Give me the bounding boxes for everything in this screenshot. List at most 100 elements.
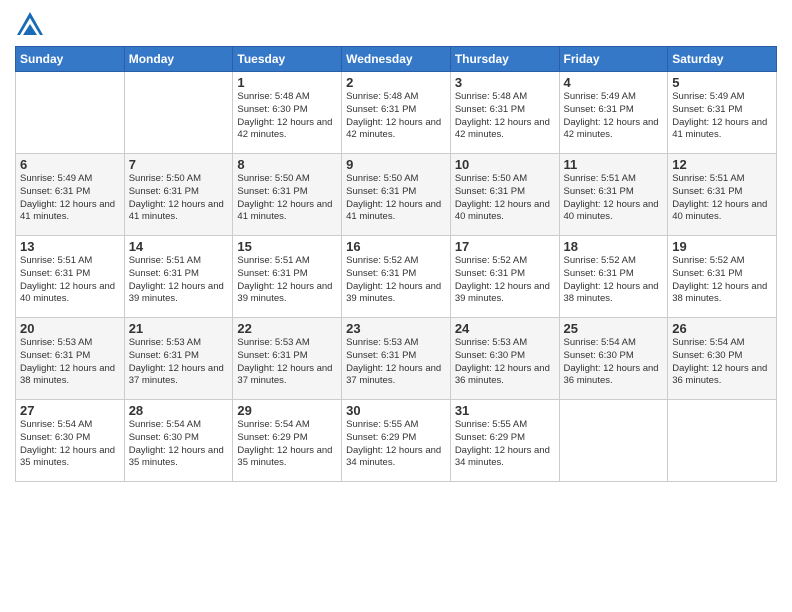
day-number: 21 xyxy=(129,321,229,336)
calendar-cell: 29Sunrise: 5:54 AM Sunset: 6:29 PM Dayli… xyxy=(233,400,342,482)
day-number: 14 xyxy=(129,239,229,254)
calendar-header-tuesday: Tuesday xyxy=(233,47,342,72)
day-number: 3 xyxy=(455,75,555,90)
calendar-cell: 8Sunrise: 5:50 AM Sunset: 6:31 PM Daylig… xyxy=(233,154,342,236)
calendar-cell: 9Sunrise: 5:50 AM Sunset: 6:31 PM Daylig… xyxy=(342,154,451,236)
calendar-cell: 20Sunrise: 5:53 AM Sunset: 6:31 PM Dayli… xyxy=(16,318,125,400)
header xyxy=(15,10,777,40)
day-number: 13 xyxy=(20,239,120,254)
day-info: Sunrise: 5:48 AM Sunset: 6:31 PM Dayligh… xyxy=(455,91,555,142)
calendar-week-4: 20Sunrise: 5:53 AM Sunset: 6:31 PM Dayli… xyxy=(16,318,777,400)
day-number: 31 xyxy=(455,403,555,418)
day-info: Sunrise: 5:51 AM Sunset: 6:31 PM Dayligh… xyxy=(672,173,772,224)
calendar-cell: 3Sunrise: 5:48 AM Sunset: 6:31 PM Daylig… xyxy=(450,72,559,154)
day-info: Sunrise: 5:50 AM Sunset: 6:31 PM Dayligh… xyxy=(237,173,337,224)
day-info: Sunrise: 5:48 AM Sunset: 6:30 PM Dayligh… xyxy=(237,91,337,142)
calendar-cell: 13Sunrise: 5:51 AM Sunset: 6:31 PM Dayli… xyxy=(16,236,125,318)
calendar-cell: 30Sunrise: 5:55 AM Sunset: 6:29 PM Dayli… xyxy=(342,400,451,482)
day-info: Sunrise: 5:54 AM Sunset: 6:30 PM Dayligh… xyxy=(564,337,664,388)
calendar-cell xyxy=(124,72,233,154)
day-info: Sunrise: 5:55 AM Sunset: 6:29 PM Dayligh… xyxy=(346,419,446,470)
day-number: 11 xyxy=(564,157,664,172)
calendar-cell: 17Sunrise: 5:52 AM Sunset: 6:31 PM Dayli… xyxy=(450,236,559,318)
day-info: Sunrise: 5:52 AM Sunset: 6:31 PM Dayligh… xyxy=(346,255,446,306)
calendar-week-2: 6Sunrise: 5:49 AM Sunset: 6:31 PM Daylig… xyxy=(16,154,777,236)
calendar-week-3: 13 Sunrise: 5:51 AM Sunset: 6:31 PM Dayli… xyxy=(16,236,777,318)
calendar-cell: 11Sunrise: 5:51 AM Sunset: 6:31 PM Dayli… xyxy=(559,154,668,236)
day-info: Sunrise: 5:50 AM Sunset: 6:31 PM Dayligh… xyxy=(455,173,555,224)
day-info: Sunrise: 5:52 AM Sunset: 6:31 PM Dayligh… xyxy=(672,255,772,306)
calendar-cell: 6Sunrise: 5:49 AM Sunset: 6:31 PM Daylig… xyxy=(16,154,125,236)
day-number: 15 xyxy=(237,239,337,254)
day-number: 1 xyxy=(237,75,337,90)
day-info: Sunrise: 5:53 AM Sunset: 6:31 PM Dayligh… xyxy=(20,337,120,388)
calendar-cell: 19Sunrise: 5:52 AM Sunset: 6:31 PM Dayli… xyxy=(668,236,777,318)
day-info: Sunrise: 5:53 AM Sunset: 6:31 PM Dayligh… xyxy=(129,337,229,388)
calendar-cell: 12Sunrise: 5:51 AM Sunset: 6:31 PM Dayli… xyxy=(668,154,777,236)
calendar-cell xyxy=(559,400,668,482)
day-info: Sunrise: 5:54 AM Sunset: 6:30 PM Dayligh… xyxy=(129,419,229,470)
calendar-cell xyxy=(16,72,125,154)
day-info: Sunrise: 5:55 AM Sunset: 6:29 PM Dayligh… xyxy=(455,419,555,470)
calendar-cell: 18Sunrise: 5:52 AM Sunset: 6:31 PM Dayli… xyxy=(559,236,668,318)
day-info: Sunrise: 5:49 AM Sunset: 6:31 PM Dayligh… xyxy=(564,91,664,142)
day-number: 20 xyxy=(20,321,120,336)
day-info: Sunrise: 5:54 AM Sunset: 6:29 PM Dayligh… xyxy=(237,419,337,470)
day-number: 9 xyxy=(346,157,446,172)
calendar-cell: 4Sunrise: 5:49 AM Sunset: 6:31 PM Daylig… xyxy=(559,72,668,154)
day-info: Sunrise: 5:51 AM Sunset: 6:31 PM Dayligh… xyxy=(564,173,664,224)
calendar-cell: 7Sunrise: 5:50 AM Sunset: 6:31 PM Daylig… xyxy=(124,154,233,236)
day-info: Sunrise: 5:49 AM Sunset: 6:31 PM Dayligh… xyxy=(672,91,772,142)
calendar-header-monday: Monday xyxy=(124,47,233,72)
calendar-cell: 16Sunrise: 5:52 AM Sunset: 6:31 PM Dayli… xyxy=(342,236,451,318)
day-number: 25 xyxy=(564,321,664,336)
day-number: 8 xyxy=(237,157,337,172)
calendar-cell xyxy=(668,400,777,482)
day-number: 2 xyxy=(346,75,446,90)
calendar-cell: 22Sunrise: 5:53 AM Sunset: 6:31 PM Dayli… xyxy=(233,318,342,400)
day-number: 7 xyxy=(129,157,229,172)
day-info: Sunrise: 5:53 AM Sunset: 6:31 PM Dayligh… xyxy=(346,337,446,388)
day-number: 28 xyxy=(129,403,229,418)
day-info: Sunrise: 5:50 AM Sunset: 6:31 PM Dayligh… xyxy=(129,173,229,224)
calendar-cell: 25Sunrise: 5:54 AM Sunset: 6:30 PM Dayli… xyxy=(559,318,668,400)
calendar-cell: 15Sunrise: 5:51 AM Sunset: 6:31 PM Dayli… xyxy=(233,236,342,318)
calendar-cell: 21Sunrise: 5:53 AM Sunset: 6:31 PM Dayli… xyxy=(124,318,233,400)
day-number: 24 xyxy=(455,321,555,336)
calendar-header-thursday: Thursday xyxy=(450,47,559,72)
calendar-cell: 14Sunrise: 5:51 AM Sunset: 6:31 PM Dayli… xyxy=(124,236,233,318)
day-number: 6 xyxy=(20,157,120,172)
calendar-header-friday: Friday xyxy=(559,47,668,72)
day-info: Sunrise: 5:52 AM Sunset: 6:31 PM Dayligh… xyxy=(455,255,555,306)
calendar-cell: 28Sunrise: 5:54 AM Sunset: 6:30 PM Dayli… xyxy=(124,400,233,482)
day-number: 16 xyxy=(346,239,446,254)
day-number: 5 xyxy=(672,75,772,90)
day-number: 12 xyxy=(672,157,772,172)
day-info: Sunrise: 5:54 AM Sunset: 6:30 PM Dayligh… xyxy=(672,337,772,388)
day-number: 4 xyxy=(564,75,664,90)
calendar-cell: 27Sunrise: 5:54 AM Sunset: 6:30 PM Dayli… xyxy=(16,400,125,482)
day-info: Sunrise: 5:52 AM Sunset: 6:31 PM Dayligh… xyxy=(564,255,664,306)
day-number: 27 xyxy=(20,403,120,418)
day-info: Sunrise: 5:53 AM Sunset: 6:31 PM Dayligh… xyxy=(237,337,337,388)
day-info: Sunrise: 5:51 AM Sunset: 6:31 PM Dayligh… xyxy=(237,255,337,306)
calendar-cell: 26Sunrise: 5:54 AM Sunset: 6:30 PM Dayli… xyxy=(668,318,777,400)
day-number: 22 xyxy=(237,321,337,336)
calendar-cell: 10Sunrise: 5:50 AM Sunset: 6:31 PM Dayli… xyxy=(450,154,559,236)
calendar-week-1: 1Sunrise: 5:48 AM Sunset: 6:30 PM Daylig… xyxy=(16,72,777,154)
day-number: 23 xyxy=(346,321,446,336)
calendar-table: SundayMondayTuesdayWednesdayThursdayFrid… xyxy=(15,46,777,482)
calendar-cell: 2Sunrise: 5:48 AM Sunset: 6:31 PM Daylig… xyxy=(342,72,451,154)
day-number: 10 xyxy=(455,157,555,172)
day-info: Sunrise: 5:54 AM Sunset: 6:30 PM Dayligh… xyxy=(20,419,120,470)
calendar-cell: 5Sunrise: 5:49 AM Sunset: 6:31 PM Daylig… xyxy=(668,72,777,154)
calendar-cell: 24Sunrise: 5:53 AM Sunset: 6:30 PM Dayli… xyxy=(450,318,559,400)
logo xyxy=(15,10,49,40)
day-info: Sunrise: 5:53 AM Sunset: 6:30 PM Dayligh… xyxy=(455,337,555,388)
calendar-header-row: SundayMondayTuesdayWednesdayThursdayFrid… xyxy=(16,47,777,72)
day-info: Sunrise: 5:49 AM Sunset: 6:31 PM Dayligh… xyxy=(20,173,120,224)
calendar-cell: 31Sunrise: 5:55 AM Sunset: 6:29 PM Dayli… xyxy=(450,400,559,482)
day-number: 18 xyxy=(564,239,664,254)
day-number: 17 xyxy=(455,239,555,254)
calendar-cell: 23Sunrise: 5:53 AM Sunset: 6:31 PM Dayli… xyxy=(342,318,451,400)
